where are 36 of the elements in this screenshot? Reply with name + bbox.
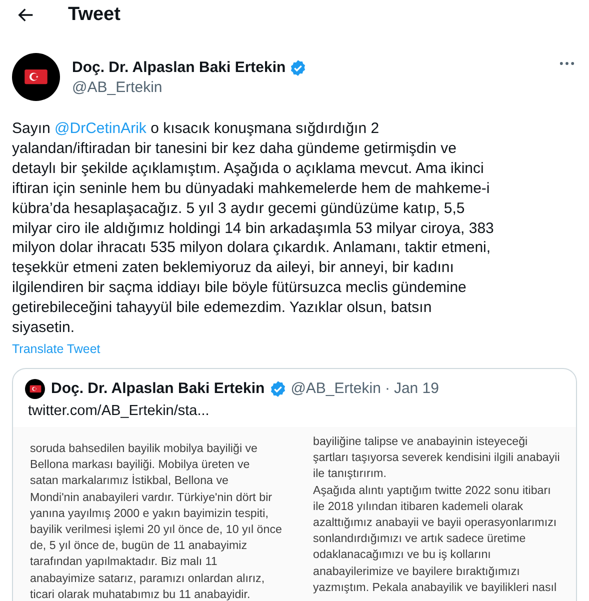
verified-badge-icon (288, 58, 307, 76)
document-text-line: odaklanacağımızı ve bu iş kollarını (313, 547, 492, 564)
more-options-icon[interactable] (559, 61, 575, 66)
document-text-line: şartları taşıyorsa severek kendisini ilgili anabayii (313, 450, 561, 466)
document-text-line: yanına yayılmış 2000 e yakın bayimizin tespiti, (30, 506, 270, 522)
quoted-date: Jan 19 (394, 380, 439, 398)
document-text-line: ile 2018 yılından itibaren kademeli olarak (313, 498, 524, 515)
avatar-flag-icon (23, 67, 49, 87)
document-text-line: ticari olarak muhatabımız bu 11 anabayidir. (30, 586, 252, 601)
document-text-line: azalttığımız anabayii ve bayii operasyonlarımızı (313, 514, 558, 531)
document-text-line: tarafından yapılmaktadır. Biz malı 11 (30, 554, 218, 570)
separator-dot: · (384, 380, 390, 398)
author-name[interactable]: Doç. Dr. Alpaslan Baki Ertekin (72, 59, 286, 76)
document-text-line: soruda bahsedilen bayilik mobilya bayiliği ve (30, 440, 258, 457)
document-text-line: yazmıştım. Pekala anabayilik ve bayilikleri nasıl (313, 580, 558, 596)
document-text-line: satan markalarımız İstikbal, Bellona ve (30, 473, 230, 490)
page-title: Tweet (68, 4, 120, 26)
document-text-line: anabayilerimize ve bayilere bıraktığımızı (313, 564, 521, 580)
quoted-handle: @AB_Ertekin (290, 380, 381, 398)
document-text-line: Bellona markası bayiliği. Mobilya üreten ve (30, 457, 251, 474)
document-text-line: Aşağıda alıntı yaptığım twitte 2022 sonu itibarı (313, 482, 552, 499)
avatar[interactable] (12, 53, 60, 101)
avatar-flag-icon (28, 384, 42, 394)
document-text-line: Mondi'nin anabayileri vardır. Türkiye'nin dört bir (30, 490, 274, 506)
verified-badge-icon (268, 380, 287, 398)
document-text-line: bayilik verilmesi işlemi 20 yıl önce de, 10 yıl önce (30, 522, 283, 538)
document-text-line: anabayimize satarız, paramızı onlardan alırız, (30, 570, 266, 587)
quoted-link[interactable]: twitter.com/AB_Ertekin/sta... (13, 398, 576, 419)
document-text-line: ile tanıştırırım. (313, 466, 388, 482)
quoted-tweet-card[interactable] (12, 368, 577, 601)
document-text-line: bayiliğine talipse ve anabayinin isteyeceği (313, 434, 529, 450)
document-text-line: de, 5 yıl önce de, bugün de 11 anabayimiz (30, 538, 248, 554)
document-text-line: sonlandırdığımızı ve artık sadece üretime (313, 531, 527, 548)
quoted-author-name: Doç. Dr. Alpaslan Baki Ertekin (51, 380, 265, 398)
tweet-text: Sayın @DrCetinArik o kısacık konuşmana sığdırdığın 2 yalandan/iftiradan bir tanesini bir kez daha gündeme getirmişdin ve detaylı bir şekilde açıklamıştım. Aşağıda o açıklama mevcut. Ama ikinci iftiran için seninle hem bu dünyadaki mahkemelerde hem de mahkeme-i kübra’da hesaplaşacağız. 5 yıl 3 aydır gecemi gündüzüme katıp, 5,5 milyar ciro ile aldığımız holdingi 14 bin arkadaşımla 53 milyar ciroya, 383 milyon dolar ihracatı 535 milyon dolara çıkardık. Anlamanı, taktir etmeni, teşekkür etmeni zaten beklemiyoruz da aileyi, bir anneyi, bir kadını ilgilendiren bir saçma iddiayı bile böyle fütürsuzca meclis gündemine getirebileceğini tahayyül bile edemezdim. Yazıklar olsun, batsın siyasetin. (12, 119, 495, 338)
author-handle[interactable]: @AB_Ertekin (72, 78, 307, 96)
